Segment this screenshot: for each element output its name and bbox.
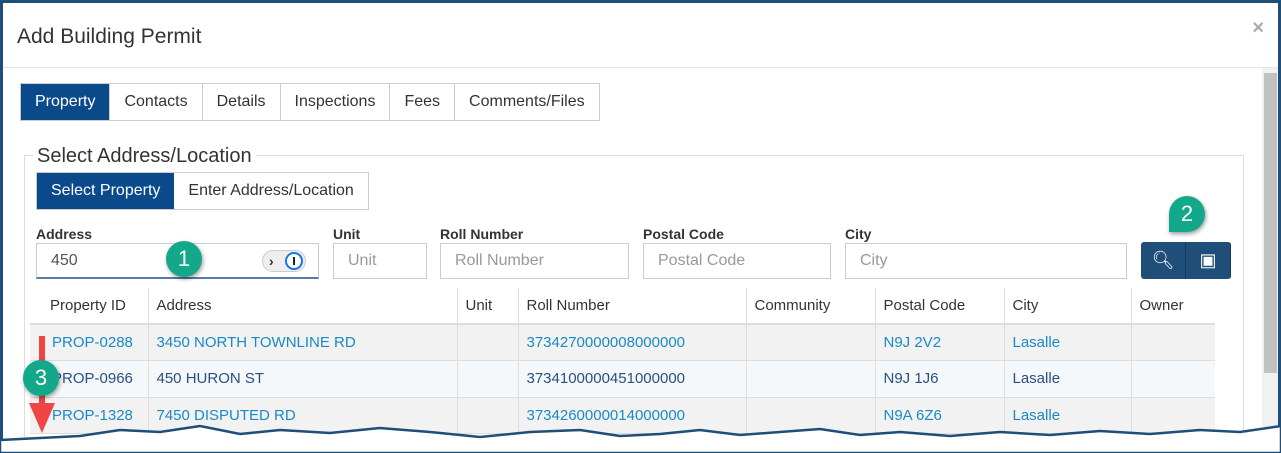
map-pin-icon: ▣ <box>1199 250 1217 270</box>
tab-property[interactable]: Property <box>21 84 111 120</box>
cell-property-id[interactable]: PROP-0288 <box>30 324 148 361</box>
mode-toggle: Select Property Enter Address/Location <box>36 172 369 210</box>
search-button[interactable]: 🔍︎ <box>1141 242 1186 279</box>
col-owner[interactable]: Owner <box>1130 288 1215 325</box>
modal: Add Building Permit × Property Contacts … <box>0 0 1281 440</box>
cell-roll-number[interactable]: 3734100000451000000 <box>517 360 746 398</box>
cell-address[interactable]: 450 HURON ST <box>147 360 457 398</box>
cell-community <box>745 324 875 361</box>
table-row[interactable]: PROP-0288 3450 NORTH TOWNLINE RD 3734270… <box>30 324 1215 361</box>
address-label: Address <box>36 226 93 242</box>
enter-address-button[interactable]: Enter Address/Location <box>174 173 367 209</box>
cell-owner <box>1130 360 1215 398</box>
tab-comments-files[interactable]: Comments/Files <box>455 84 599 120</box>
tab-fees[interactable]: Fees <box>390 84 456 120</box>
cell-unit <box>456 324 518 361</box>
scrollbar-thumb[interactable] <box>1264 73 1277 373</box>
select-property-button[interactable]: Select Property <box>37 173 175 209</box>
map-button[interactable]: ▣ <box>1186 242 1231 279</box>
scrollbar[interactable] <box>1262 68 1278 440</box>
city-input[interactable]: City <box>845 243 1127 279</box>
tab-details[interactable]: Details <box>202 84 281 120</box>
tab-inspections[interactable]: Inspections <box>280 84 391 120</box>
modal-title: Add Building Permit <box>17 25 202 48</box>
col-address[interactable]: Address <box>147 288 457 325</box>
property-table: Property ID Address Unit Roll Number Com… <box>30 288 1215 434</box>
col-city[interactable]: City <box>1003 288 1131 325</box>
tab-bar: Property Contacts Details Inspections Fe… <box>20 83 600 121</box>
col-roll-number[interactable]: Roll Number <box>517 288 746 325</box>
callout-2: 2 <box>1169 196 1205 232</box>
postal-label: Postal Code <box>643 226 724 242</box>
password-manager-icon[interactable]: › <box>262 250 306 272</box>
table-row[interactable]: PROP-0966 450 HURON ST 37341000004510000… <box>30 360 1215 398</box>
city-label: City <box>845 226 872 242</box>
torn-edge <box>0 424 1281 453</box>
cell-unit <box>456 360 518 398</box>
callout-1: 1 <box>166 241 202 277</box>
cell-community <box>745 360 875 398</box>
section-legend: Select Address/Location <box>33 145 256 168</box>
close-icon[interactable]: × <box>1252 17 1264 40</box>
postal-code-input[interactable]: Postal Code <box>643 243 831 279</box>
cell-roll-number[interactable]: 3734270000008000000 <box>517 324 746 361</box>
tab-contacts[interactable]: Contacts <box>110 84 203 120</box>
cell-postal-code[interactable]: N9J 2V2 <box>874 324 1004 361</box>
cell-address[interactable]: 3450 NORTH TOWNLINE RD <box>147 324 457 361</box>
col-property-id[interactable]: Property ID <box>30 288 148 325</box>
unit-input[interactable]: Unit <box>333 243 427 279</box>
callout-3: 3 <box>23 360 59 396</box>
cell-city[interactable]: Lasalle <box>1003 324 1131 361</box>
col-postal-code[interactable]: Postal Code <box>874 288 1004 325</box>
col-community[interactable]: Community <box>745 288 875 325</box>
divider <box>3 67 1278 68</box>
col-unit[interactable]: Unit <box>456 288 518 325</box>
cell-owner <box>1130 324 1215 361</box>
roll-number-input[interactable]: Roll Number <box>440 243 629 279</box>
roll-label: Roll Number <box>440 226 524 242</box>
search-button-group: 🔍︎ ▣ <box>1141 242 1231 279</box>
cell-postal-code[interactable]: N9J 1J6 <box>874 360 1004 398</box>
cell-city[interactable]: Lasalle <box>1003 360 1131 398</box>
unit-label: Unit <box>333 226 361 242</box>
search-icon: 🔍︎ <box>1151 250 1175 270</box>
